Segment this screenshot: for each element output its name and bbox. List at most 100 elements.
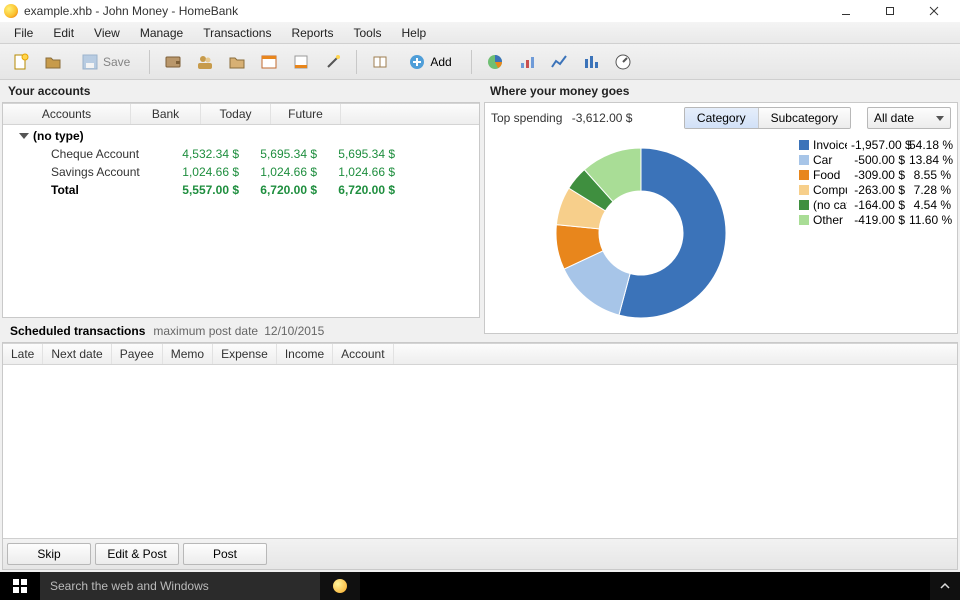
legend-label: Invoices xyxy=(813,138,847,152)
calendar-icon xyxy=(260,53,278,71)
segment-subcategory[interactable]: Subcategory xyxy=(759,108,850,128)
legend-swatch-icon xyxy=(799,140,809,150)
report-stats-button[interactable] xyxy=(482,49,508,75)
wand-icon xyxy=(324,53,342,71)
legend-row[interactable]: (no category)-164.00 $4.54 % xyxy=(799,197,951,212)
menu-view[interactable]: View xyxy=(86,24,128,42)
manage-budget-button[interactable] xyxy=(288,49,314,75)
scheduled-subtitle: maximum post date 12/10/2015 xyxy=(153,324,324,338)
legend-amount: -419.00 $ xyxy=(851,213,905,227)
legend-row[interactable]: Car-500.00 $13.84 % xyxy=(799,152,951,167)
legend-amount: -263.00 $ xyxy=(851,183,905,197)
legend-percent: 8.55 % xyxy=(909,168,951,182)
start-button[interactable] xyxy=(0,572,40,600)
folder-icon xyxy=(228,53,246,71)
menu-reports[interactable]: Reports xyxy=(283,24,341,42)
menu-help[interactable]: Help xyxy=(394,24,435,42)
menu-file[interactable]: File xyxy=(6,24,41,42)
manage-archives-button[interactable] xyxy=(256,49,282,75)
report-balance-button[interactable] xyxy=(546,49,572,75)
taskbar-search-placeholder: Search the web and Windows xyxy=(50,579,209,593)
accounts-group-notype[interactable]: (no type) xyxy=(3,127,479,145)
accounts-col-today[interactable]: Today xyxy=(201,104,271,124)
post-button[interactable]: Post xyxy=(183,543,267,565)
windows-taskbar: Search the web and Windows xyxy=(0,572,960,600)
spending-panel: Top spending -3,612.00 $ Category Subcat… xyxy=(484,102,958,334)
menu-transactions[interactable]: Transactions xyxy=(195,24,279,42)
segment-category[interactable]: Category xyxy=(685,108,759,128)
account-row-cheque[interactable]: Cheque Account 4,532.34 $ 5,695.34 $ 5,6… xyxy=(3,145,479,163)
legend-row[interactable]: Food-309.00 $8.55 % xyxy=(799,167,951,182)
legend-percent: 7.28 % xyxy=(909,183,951,197)
legend-label: (no category) xyxy=(813,198,847,212)
sched-col-late[interactable]: Late xyxy=(3,344,43,364)
save-button[interactable]: Save xyxy=(72,49,139,75)
window-title: example.xhb - John Money - HomeBank xyxy=(24,4,824,18)
account-future: 1,024.66 $ xyxy=(317,165,395,179)
account-today: 5,695.34 $ xyxy=(239,147,317,161)
taskbar-app-homebank[interactable] xyxy=(320,572,360,600)
accounts-header-row: Accounts Bank Today Future xyxy=(3,103,479,125)
sched-col-income[interactable]: Income xyxy=(277,344,333,364)
legend-percent: 11.60 % xyxy=(909,213,951,227)
total-label: Total xyxy=(51,183,161,197)
scheduled-header-row: Late Next date Payee Memo Expense Income… xyxy=(3,343,957,365)
legend-label: Food xyxy=(813,168,847,182)
new-file-icon xyxy=(12,53,30,71)
scheduled-subtitle-prefix: maximum post date xyxy=(153,324,258,338)
report-trend-button[interactable] xyxy=(514,49,540,75)
legend-percent: 13.84 % xyxy=(909,153,951,167)
edit-post-button[interactable]: Edit & Post xyxy=(95,543,179,565)
sched-col-payee[interactable]: Payee xyxy=(112,344,163,364)
account-future: 5,695.34 $ xyxy=(317,147,395,161)
sched-col-nextdate[interactable]: Next date xyxy=(43,344,111,364)
show-transactions-button[interactable] xyxy=(367,49,393,75)
taskbar-search[interactable]: Search the web and Windows xyxy=(40,572,320,600)
sched-col-memo[interactable]: Memo xyxy=(163,344,213,364)
legend-row[interactable]: Invoices-1,957.00 $54.18 % xyxy=(799,137,951,152)
window-maximize-button[interactable] xyxy=(868,1,912,21)
accounts-col-accounts[interactable]: Accounts xyxy=(3,104,131,124)
skip-button[interactable]: Skip xyxy=(7,543,91,565)
report-budget-button[interactable] xyxy=(578,49,604,75)
total-today: 6,720.00 $ xyxy=(239,183,317,197)
wallet-icon xyxy=(164,53,182,71)
accounts-group-label: (no type) xyxy=(33,129,84,143)
manage-assign-button[interactable] xyxy=(320,49,346,75)
date-range-select[interactable]: All date xyxy=(867,107,951,129)
legend-amount: -164.00 $ xyxy=(851,198,905,212)
save-icon xyxy=(81,53,99,71)
account-row-savings[interactable]: Savings Account 1,024.66 $ 1,024.66 $ 1,… xyxy=(3,163,479,181)
scheduled-footer: Skip Edit & Post Post xyxy=(3,538,957,569)
trend-icon xyxy=(518,53,536,71)
main-toolbar: Save Add xyxy=(0,44,960,80)
manage-accounts-button[interactable] xyxy=(160,49,186,75)
menu-edit[interactable]: Edit xyxy=(45,24,82,42)
manage-categories-button[interactable] xyxy=(224,49,250,75)
window-close-button[interactable] xyxy=(912,1,956,21)
report-vehicle-button[interactable] xyxy=(610,49,636,75)
category-segmented: Category Subcategory xyxy=(684,107,851,129)
legend-row[interactable]: Computer -263.00 $ 7.28 % xyxy=(799,182,951,197)
add-transaction-button[interactable]: Add xyxy=(399,49,460,75)
menu-manage[interactable]: Manage xyxy=(132,24,191,42)
manage-payees-button[interactable] xyxy=(192,49,218,75)
legend-swatch-icon xyxy=(799,155,809,165)
window-minimize-button[interactable] xyxy=(824,1,868,21)
legend-row[interactable]: Other -419.00 $ 11.60 % xyxy=(799,212,951,227)
accounts-col-bank[interactable]: Bank xyxy=(131,104,201,124)
top-spending-label: Top spending -3,612.00 $ xyxy=(491,111,632,125)
new-file-button[interactable] xyxy=(8,49,34,75)
menu-tools[interactable]: Tools xyxy=(345,24,389,42)
sched-col-account[interactable]: Account xyxy=(333,344,393,364)
legend-percent: 54.18 % xyxy=(909,138,951,152)
legend-swatch-icon xyxy=(799,170,809,180)
sched-col-expense[interactable]: Expense xyxy=(213,344,277,364)
chevron-up-icon xyxy=(940,581,950,591)
accounts-col-future[interactable]: Future xyxy=(271,104,341,124)
open-file-button[interactable] xyxy=(40,49,66,75)
account-row-total: Total 5,557.00 $ 6,720.00 $ 6,720.00 $ xyxy=(3,181,479,199)
taskbar-tray-chevron[interactable] xyxy=(930,581,960,591)
legend-label: Computer xyxy=(813,183,847,197)
legend-label: Other xyxy=(813,213,847,227)
